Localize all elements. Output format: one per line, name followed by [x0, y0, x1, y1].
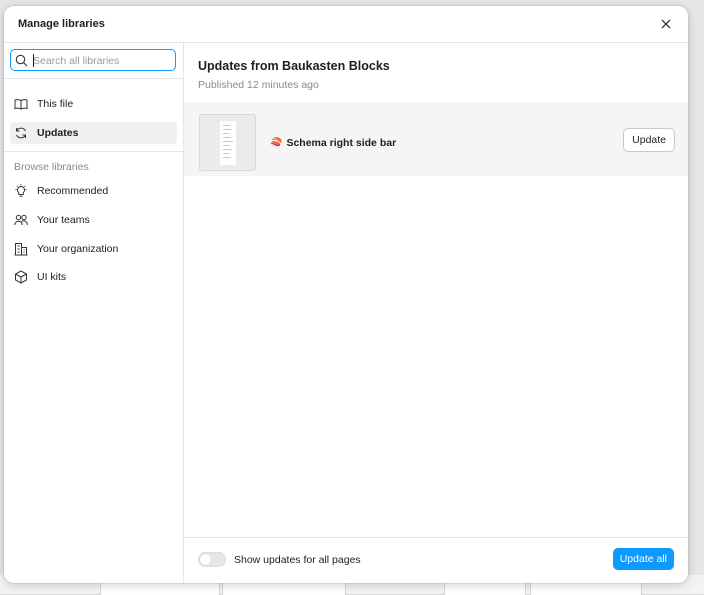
modal-header: Manage libraries: [4, 6, 688, 43]
update-row: 🍣 Schema right side bar Update: [184, 102, 688, 176]
sidebar-item-label: Recommended: [37, 185, 109, 197]
thumbnail-page: [220, 121, 236, 165]
modal-title: Manage libraries: [18, 18, 105, 30]
sidebar-item-recommended[interactable]: Recommended: [10, 180, 177, 202]
sidebar-item-label: Your teams: [37, 214, 90, 226]
lightbulb-icon: [14, 184, 28, 198]
divider: [4, 151, 183, 152]
component-emoji: 🍣: [270, 137, 283, 149]
update-button[interactable]: Update: [623, 128, 675, 152]
search-box[interactable]: [10, 49, 176, 71]
sidebar-item-your-organization[interactable]: Your organization: [10, 238, 177, 260]
text-caret: [33, 54, 34, 67]
sidebar: This file Updates Browse libraries Recom…: [4, 43, 184, 583]
cube-icon: [14, 270, 28, 284]
sidebar-item-this-file[interactable]: This file: [10, 93, 177, 115]
sidebar-item-updates[interactable]: Updates: [10, 122, 177, 144]
book-open-icon: [14, 97, 28, 111]
building-icon: [14, 242, 28, 256]
sidebar-item-ui-kits[interactable]: UI kits: [10, 266, 177, 288]
sidebar-item-label: UI kits: [37, 271, 67, 283]
published-time: Published 12 minutes ago: [198, 79, 319, 91]
component-name: 🍣 Schema right side bar: [270, 137, 396, 149]
toggle-knob: [200, 554, 211, 565]
toggle-label: Show updates for all pages: [234, 554, 361, 566]
search-input[interactable]: [33, 53, 171, 68]
close-icon: [661, 19, 671, 29]
sidebar-item-label: Your organization: [37, 243, 119, 255]
update-all-button[interactable]: Update all: [612, 548, 674, 570]
sidebar-item-label: Updates: [37, 127, 79, 139]
modal-footer: Show updates for all pages Update all: [184, 537, 688, 583]
manage-libraries-modal: Manage libraries This file: [4, 6, 688, 583]
browse-section-label: Browse libraries: [14, 161, 89, 173]
search-icon: [15, 54, 28, 67]
component-thumbnail: [199, 114, 256, 171]
divider: [4, 78, 183, 79]
show-all-pages-toggle[interactable]: [198, 552, 226, 567]
people-icon: [14, 213, 28, 227]
refresh-icon: [14, 126, 28, 140]
component-name-label: Schema right side bar: [286, 137, 397, 149]
main-panel: Updates from Baukasten Blocks Published …: [184, 43, 688, 583]
sidebar-item-your-teams[interactable]: Your teams: [10, 209, 177, 231]
updates-heading: Updates from Baukasten Blocks: [198, 59, 390, 73]
close-button[interactable]: [658, 16, 674, 32]
sidebar-item-label: This file: [37, 98, 74, 110]
